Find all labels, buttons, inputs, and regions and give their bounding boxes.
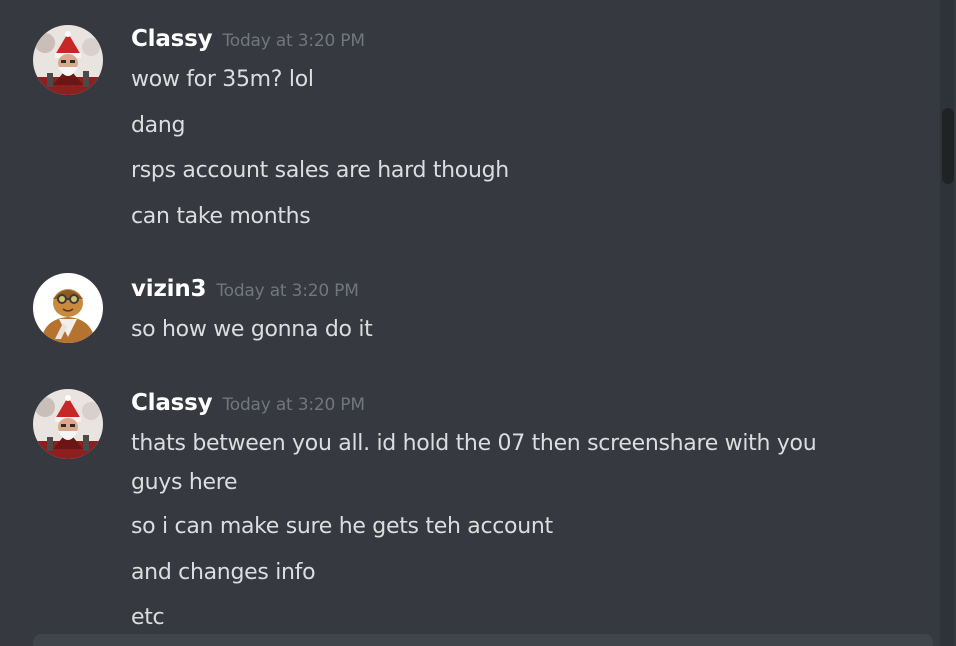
- santa-character-avatar-icon: [33, 389, 103, 459]
- chat-message-list[interactable]: Classy Today at 3:20 PM wow for 35m? lol …: [0, 0, 956, 646]
- avatar[interactable]: [33, 389, 103, 459]
- scrollbar-track[interactable]: [940, 0, 954, 646]
- aviator-character-avatar-icon: [33, 273, 103, 343]
- avatar[interactable]: [33, 273, 103, 343]
- message-composer[interactable]: [33, 634, 933, 646]
- message-timestamp: Today at 3:20 PM: [222, 395, 365, 415]
- scrollbar-thumb[interactable]: [942, 108, 954, 184]
- message-timestamp: Today at 3:20 PM: [222, 31, 365, 51]
- santa-character-avatar-icon: [33, 25, 103, 95]
- message-text: so how we gonna do it: [131, 317, 373, 342]
- message-text: can take months: [131, 204, 311, 229]
- author-name[interactable]: Classy: [131, 390, 213, 416]
- author-name[interactable]: Classy: [131, 26, 213, 52]
- message-header: vizin3 Today at 3:20 PM: [131, 276, 359, 302]
- message-header: Classy Today at 3:20 PM: [131, 390, 365, 416]
- message-text: etc: [131, 605, 165, 630]
- message-text: and changes info: [131, 560, 316, 585]
- message-text: rsps account sales are hard though: [131, 158, 509, 183]
- message-header: Classy Today at 3:20 PM: [131, 26, 365, 52]
- message-text: dang: [131, 113, 186, 138]
- avatar[interactable]: [33, 25, 103, 95]
- message-text: thats between you all. id hold the 07 th…: [131, 431, 817, 495]
- message-text: wow for 35m? lol: [131, 67, 314, 92]
- author-name[interactable]: vizin3: [131, 276, 207, 302]
- message-timestamp: Today at 3:20 PM: [216, 281, 359, 301]
- message-text: so i can make sure he gets teh account: [131, 514, 553, 539]
